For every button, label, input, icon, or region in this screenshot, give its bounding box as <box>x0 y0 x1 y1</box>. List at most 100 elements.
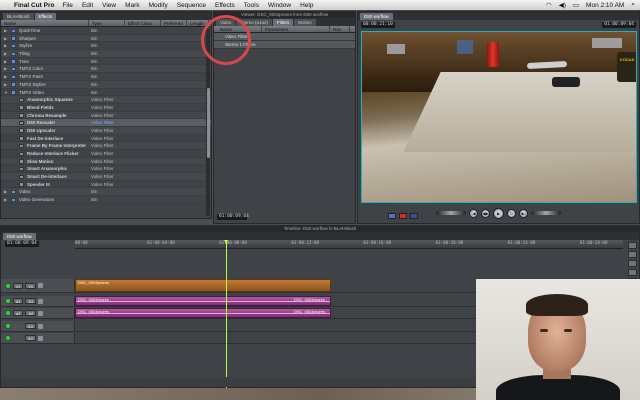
tab-project[interactable]: BLAHblusb <box>3 13 34 20</box>
filter-item[interactable]: Chroma Resample Video Filter <box>1 111 211 120</box>
app-menu[interactable]: Final Cut Pro <box>14 2 54 9</box>
disclosure-icon[interactable]: ▶ <box>4 188 7 196</box>
source-patch[interactable]: a1 <box>13 298 24 304</box>
filter-item[interactable]: Blend Fields Video Filter <box>1 104 211 112</box>
viewer-timecode[interactable]: 01:00:09:04 <box>217 214 249 220</box>
jog-control[interactable] <box>531 211 561 215</box>
tab-effects[interactable]: Effects <box>34 13 57 20</box>
track-visibility-icon[interactable] <box>5 282 11 289</box>
filter-item[interactable]: Fast De-interlace Video Filter <box>1 135 211 143</box>
filter-item[interactable]: D50 Upscaler Video Filter <box>1 126 211 135</box>
lock-icon[interactable] <box>38 283 44 288</box>
volume-icon[interactable]: ◀) <box>559 1 566 9</box>
destination-patch[interactable]: A3 <box>25 323 36 329</box>
play-around-icon[interactable]: ↻ <box>507 208 516 218</box>
next-edit-icon[interactable]: ▶| <box>519 208 528 218</box>
battery-icon[interactable]: ▭ <box>573 1 579 9</box>
disclosure-icon[interactable]: ▶ <box>4 58 7 66</box>
disclosure-icon[interactable]: ▶ <box>4 35 7 43</box>
timeline-timecode[interactable]: 01:00:09:04 <box>5 241 39 247</box>
bin-item[interactable]: ▶ Video Generators Bin <box>1 196 211 204</box>
track-visibility-icon[interactable] <box>5 335 11 341</box>
bin-item[interactable]: ▶ QuickTime Bin <box>1 27 211 35</box>
col-preferred[interactable]: Preferred <box>161 20 187 26</box>
menu-sequence[interactable]: Sequence <box>177 2 206 9</box>
track-visibility-icon[interactable] <box>5 310 11 316</box>
linking-button[interactable] <box>628 260 637 267</box>
tab-canvas-sequence[interactable]: D50 worflow <box>360 13 393 20</box>
menu-edit[interactable]: Edit <box>82 2 93 9</box>
bin-item[interactable]: ▶ TMTS Stylize Bin <box>1 80 211 89</box>
bin-item[interactable]: ▶ TMTS Paint Bin <box>1 73 211 81</box>
prev-edit-icon[interactable]: |◀ <box>469 208 478 218</box>
col-effect-class[interactable]: Effect Class <box>125 20 161 26</box>
tab-motion[interactable]: Motion <box>294 19 316 26</box>
disclosure-icon[interactable]: ▶ <box>4 42 7 50</box>
track-visibility-icon[interactable] <box>5 298 11 304</box>
snapping-button[interactable] <box>628 251 637 258</box>
menu-tools[interactable]: Tools <box>244 2 259 9</box>
filter-item[interactable]: Slow Motion Video Filter <box>1 157 211 166</box>
source-patch[interactable]: a2 <box>13 310 24 316</box>
source-patch[interactable]: v1 <box>13 282 24 289</box>
clock[interactable]: Mon 2:10 AM <box>586 2 624 9</box>
menu-mark[interactable]: Mark <box>125 2 139 9</box>
disclosure-icon[interactable]: ▶ <box>4 81 7 89</box>
audio-clip[interactable]: DSC_0004prores DSC_0004prores <box>75 308 331 318</box>
scroll-thumb[interactable] <box>206 88 210 158</box>
play-in-out-icon[interactable]: ◀▶ <box>481 208 490 218</box>
filter-item[interactable]: Anamorphic Squeeze Video Filter <box>1 96 211 104</box>
filter-item[interactable]: D50 Rescaler Video Filter <box>1 119 211 127</box>
filter-item[interactable]: Speeder III Video Filter <box>1 181 211 189</box>
play-icon[interactable]: ▶ <box>493 207 504 219</box>
bin-item[interactable]: ▶ Video Bin <box>1 188 211 197</box>
disclosure-icon[interactable]: ▼ <box>4 89 8 97</box>
lock-icon[interactable] <box>38 298 44 304</box>
audio-clip[interactable]: DSC_0004prores DSC_0004prores <box>75 296 331 306</box>
lock-icon[interactable] <box>37 335 43 341</box>
col-name[interactable]: Name <box>1 20 89 26</box>
destination-patch[interactable]: V1 <box>25 282 37 289</box>
disclosure-icon[interactable]: ▶ <box>4 73 7 81</box>
tab-filters[interactable]: Filters <box>272 19 294 26</box>
disclosure-icon[interactable]: ▶ <box>4 65 7 73</box>
timeline-ruler[interactable]: 00:00 01:00:04:00 01:00:08:00 01:00:12:00 01… <box>75 240 623 249</box>
menu-view[interactable]: View <box>102 2 116 9</box>
filter-item[interactable]: Smart Anamorphic Video Filter <box>1 165 211 174</box>
bin-item[interactable]: ▼ TMTS Video Bin <box>1 89 211 97</box>
destination-patch[interactable]: A1 <box>25 298 37 304</box>
lock-icon[interactable] <box>38 310 44 316</box>
filter-item[interactable]: Smart De-interlace Video Filter <box>1 173 211 181</box>
wifi-icon[interactable]: ◠ <box>546 1 552 9</box>
disclosure-icon[interactable]: ▶ <box>4 196 7 204</box>
bin-item[interactable]: ▶ Sharpen Bin <box>1 34 211 43</box>
insert-edit-icon[interactable] <box>388 213 396 219</box>
bin-item[interactable]: ▶ Stylize Bin <box>1 42 211 51</box>
playhead[interactable] <box>224 240 228 392</box>
destination-patch[interactable]: A4 <box>25 335 36 341</box>
track-height-button[interactable] <box>628 242 637 249</box>
track-visibility-icon[interactable] <box>5 323 11 329</box>
filter-item[interactable]: Frame By Frame Interpreter Video Filter <box>1 142 211 150</box>
menu-file[interactable]: File <box>62 2 72 9</box>
destination-patch[interactable]: A2 <box>25 310 37 316</box>
canvas-video-frame[interactable]: KODAK <box>361 31 637 203</box>
disclosure-icon[interactable]: ▶ <box>4 50 7 58</box>
clip-overlays-button[interactable] <box>628 269 637 276</box>
filter-item[interactable]: Reduce Interlace Flicker Video Filter <box>1 150 211 158</box>
bin-item[interactable]: ▶ Tiling Bin <box>1 50 211 58</box>
col-type[interactable]: Type <box>89 20 125 26</box>
canvas-timecode[interactable]: 01:00:09:04 <box>602 22 636 28</box>
menu-effects[interactable]: Effects <box>215 2 235 9</box>
bin-item[interactable]: ▶ Time Bin <box>1 58 211 66</box>
replace-edit-icon[interactable] <box>410 213 418 219</box>
overwrite-edit-icon[interactable] <box>399 213 407 219</box>
menu-window[interactable]: Window <box>268 2 291 9</box>
canvas-duration[interactable]: 00:00:21:10 <box>361 22 395 28</box>
lock-icon[interactable] <box>37 323 43 329</box>
spotlight-icon[interactable]: ⌕ <box>631 1 635 9</box>
shuttle-control[interactable] <box>436 211 466 215</box>
bin-item[interactable]: ▶ TMTS Color Bin <box>1 65 211 74</box>
disclosure-icon[interactable]: ▶ <box>4 27 7 35</box>
video-clip[interactable]: DSC_0004prores <box>75 279 331 292</box>
